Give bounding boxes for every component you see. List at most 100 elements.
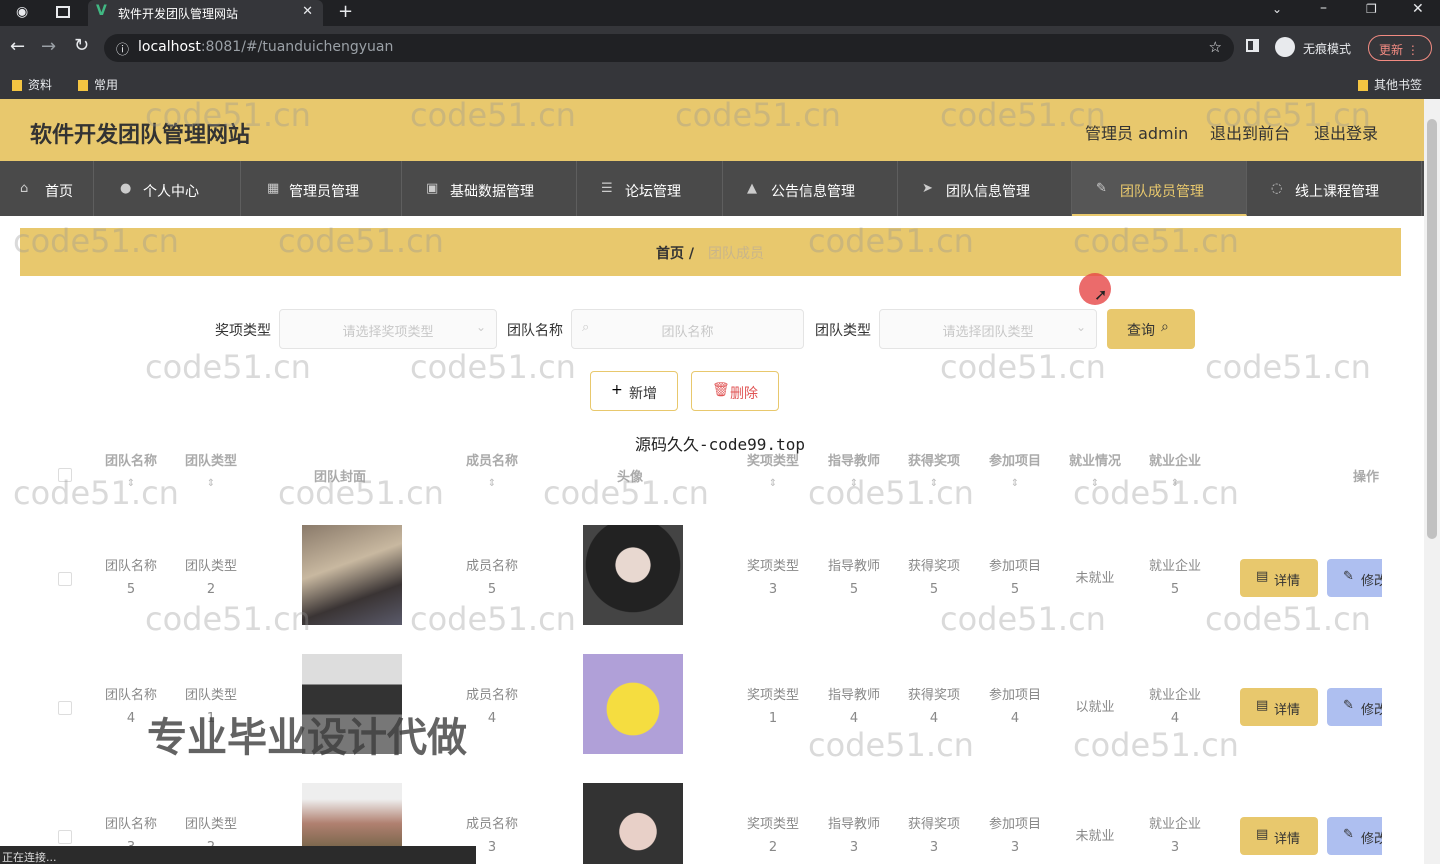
col-header-employment[interactable]: 就业情况: [1055, 450, 1135, 469]
main-nav: ⌂ 首页 ● 个人中心 ▦ 管理员管理 ▣ 基础数据管理 ☰ 论坛管理 ▲ 公告信息管理 ➤…: [0, 161, 1424, 216]
detail-button[interactable]: ▤ 详情: [1240, 817, 1318, 855]
nav-item-home[interactable]: ⌂ 首页: [0, 161, 94, 216]
cell-team-name: 团队名称 5: [104, 559, 157, 597]
update-button[interactable]: 更新 ⋮: [1368, 35, 1432, 61]
delete-button[interactable]: 🗑 删除: [691, 371, 779, 411]
sort-icon[interactable]: ⇕: [171, 478, 251, 489]
col-header-company[interactable]: 就业企业: [1135, 450, 1215, 469]
reload-icon[interactable]: ↻: [74, 35, 89, 56]
sort-icon[interactable]: ⇕: [975, 478, 1055, 489]
other-bookmarks[interactable]: 其他书签: [1358, 76, 1422, 93]
nav-item-notice[interactable]: ▲ 公告信息管理: [723, 161, 898, 216]
info-icon[interactable]: ⓘ: [116, 39, 129, 58]
detail-button[interactable]: ▤ 详情: [1240, 559, 1318, 597]
nav-item-team-members[interactable]: ✎ 团队成员管理: [1072, 161, 1247, 216]
watermark: code51.cn: [1205, 96, 1371, 134]
url-host: localhost: [138, 39, 201, 55]
forward-icon[interactable]: →: [41, 36, 56, 57]
nav-item-team-info[interactable]: ➤ 团队信息管理: [898, 161, 1072, 216]
pencil-icon: ✎: [1343, 827, 1354, 842]
col-header-award[interactable]: 获得奖项: [894, 450, 974, 469]
admin-icon: ▦: [267, 181, 280, 196]
watermark: code51.cn: [410, 348, 576, 386]
watermark: code51.cn: [1205, 348, 1371, 386]
col-header-member-name[interactable]: 成员名称: [452, 450, 532, 469]
watermark: code51.cn: [1205, 600, 1371, 638]
scrollbar-thumb[interactable]: [1427, 119, 1437, 539]
incognito-icon: [1275, 37, 1295, 57]
new-tab-icon[interactable]: +: [338, 1, 353, 22]
restore-icon[interactable]: ❐: [1366, 2, 1377, 16]
row-checkbox[interactable]: [58, 701, 72, 715]
nav-item-profile[interactable]: ● 个人中心: [94, 161, 241, 216]
chevron-down-icon: ⌄: [1075, 320, 1086, 334]
sort-icon[interactable]: ⇕: [733, 478, 813, 489]
plus-icon: +: [611, 382, 623, 398]
watermark: code51.cn: [675, 96, 841, 134]
promo-text: 专业毕业设计代做: [147, 715, 467, 761]
nav-item-courses[interactable]: ◌ 线上课程管理: [1247, 161, 1422, 216]
cell-award-type: 奖项类型 3: [746, 559, 799, 597]
sort-icon[interactable]: ⇕: [452, 478, 532, 489]
edit-button[interactable]: ✎ 修改: [1327, 688, 1382, 726]
col-header-teacher[interactable]: 指导教师: [814, 450, 894, 469]
user-icon: ●: [120, 181, 132, 196]
watermark: code51.cn: [145, 348, 311, 386]
sidebar-icon[interactable]: [1246, 39, 1259, 52]
cell-award: 获得奖项 3: [907, 817, 960, 855]
bookmark-star-icon[interactable]: ☆: [1209, 38, 1222, 56]
close-tab-icon[interactable]: ✕: [302, 4, 313, 19]
breadcrumb-home[interactable]: 首页 /: [656, 243, 694, 263]
team-type-select[interactable]: 请选择团队类型 ⌄: [879, 309, 1097, 349]
watermark: code51.cn: [808, 726, 974, 764]
tab-search-icon[interactable]: ⌄: [1272, 2, 1282, 16]
document-icon: ▤: [1256, 698, 1269, 713]
team-type-label: 团队类型: [815, 323, 871, 339]
col-header-team-name[interactable]: 团队名称: [91, 450, 171, 469]
home-icon: ⌂: [20, 181, 29, 196]
tab-title: 软件开发团队管理网站: [118, 7, 239, 21]
scrollbar[interactable]: [1424, 99, 1440, 864]
mouse-pointer-icon: ➚: [1094, 285, 1108, 304]
watermark: code51.cn: [940, 96, 1106, 134]
bookmark-folder[interactable]: 常用: [78, 76, 118, 93]
active-tab[interactable]: V 软件开发团队管理网站 ✕: [88, 0, 323, 26]
avatar-image: [583, 783, 683, 864]
watermark: code51.cn: [1073, 474, 1239, 512]
cell-member-name: 成员名称 5: [465, 559, 518, 597]
chevron-down-icon: ⌄: [475, 320, 486, 334]
watermark: code51.cn: [1073, 726, 1239, 764]
nav-item-basic-data[interactable]: ▣ 基础数据管理: [402, 161, 577, 216]
avatar-image: [583, 654, 683, 754]
edit-icon: ✎: [1096, 181, 1107, 196]
col-header-team-type[interactable]: 团队类型: [171, 450, 251, 469]
nav-item-admin[interactable]: ▦ 管理员管理: [241, 161, 402, 216]
add-button[interactable]: + 新增: [590, 371, 678, 411]
pencil-icon: ✎: [1343, 569, 1354, 584]
loading-icon: ◌: [1271, 181, 1283, 196]
nav-item-forum[interactable]: ☰ 论坛管理: [577, 161, 723, 216]
breadcrumb-current: 团队成员: [708, 246, 764, 262]
watermark: code51.cn: [410, 600, 576, 638]
col-header-project[interactable]: 参加项目: [975, 450, 1055, 469]
row-checkbox[interactable]: [58, 572, 72, 586]
query-button[interactable]: 查询 ⌕: [1107, 309, 1195, 349]
cell-award-type: 奖项类型 1: [746, 688, 799, 726]
award-type-select[interactable]: 请选择奖项类型 ⌄: [279, 309, 497, 349]
notice-icon: ▲: [747, 181, 757, 196]
team-name-input[interactable]: ⌕ 团队名称: [571, 309, 804, 349]
close-window-icon[interactable]: ✕: [1412, 1, 1424, 17]
edit-button[interactable]: ✎ 修改: [1327, 559, 1382, 597]
trash-icon: 🗑: [712, 382, 730, 398]
row-checkbox[interactable]: [58, 830, 72, 844]
detail-button[interactable]: ▤ 详情: [1240, 688, 1318, 726]
url-field[interactable]: ⓘ localhost:8081/#/tuanduichengyuan ☆: [104, 34, 1234, 62]
tab-list-icon[interactable]: [56, 6, 70, 18]
watermark: code51.cn: [543, 474, 709, 512]
bookmark-folder[interactable]: 资料: [12, 76, 52, 93]
watermark: code51.cn: [808, 222, 974, 260]
back-icon[interactable]: ←: [10, 36, 25, 57]
minimize-icon[interactable]: –: [1320, 0, 1327, 16]
edit-button[interactable]: ✎ 修改: [1327, 817, 1382, 855]
pencil-icon: ✎: [1343, 698, 1354, 713]
